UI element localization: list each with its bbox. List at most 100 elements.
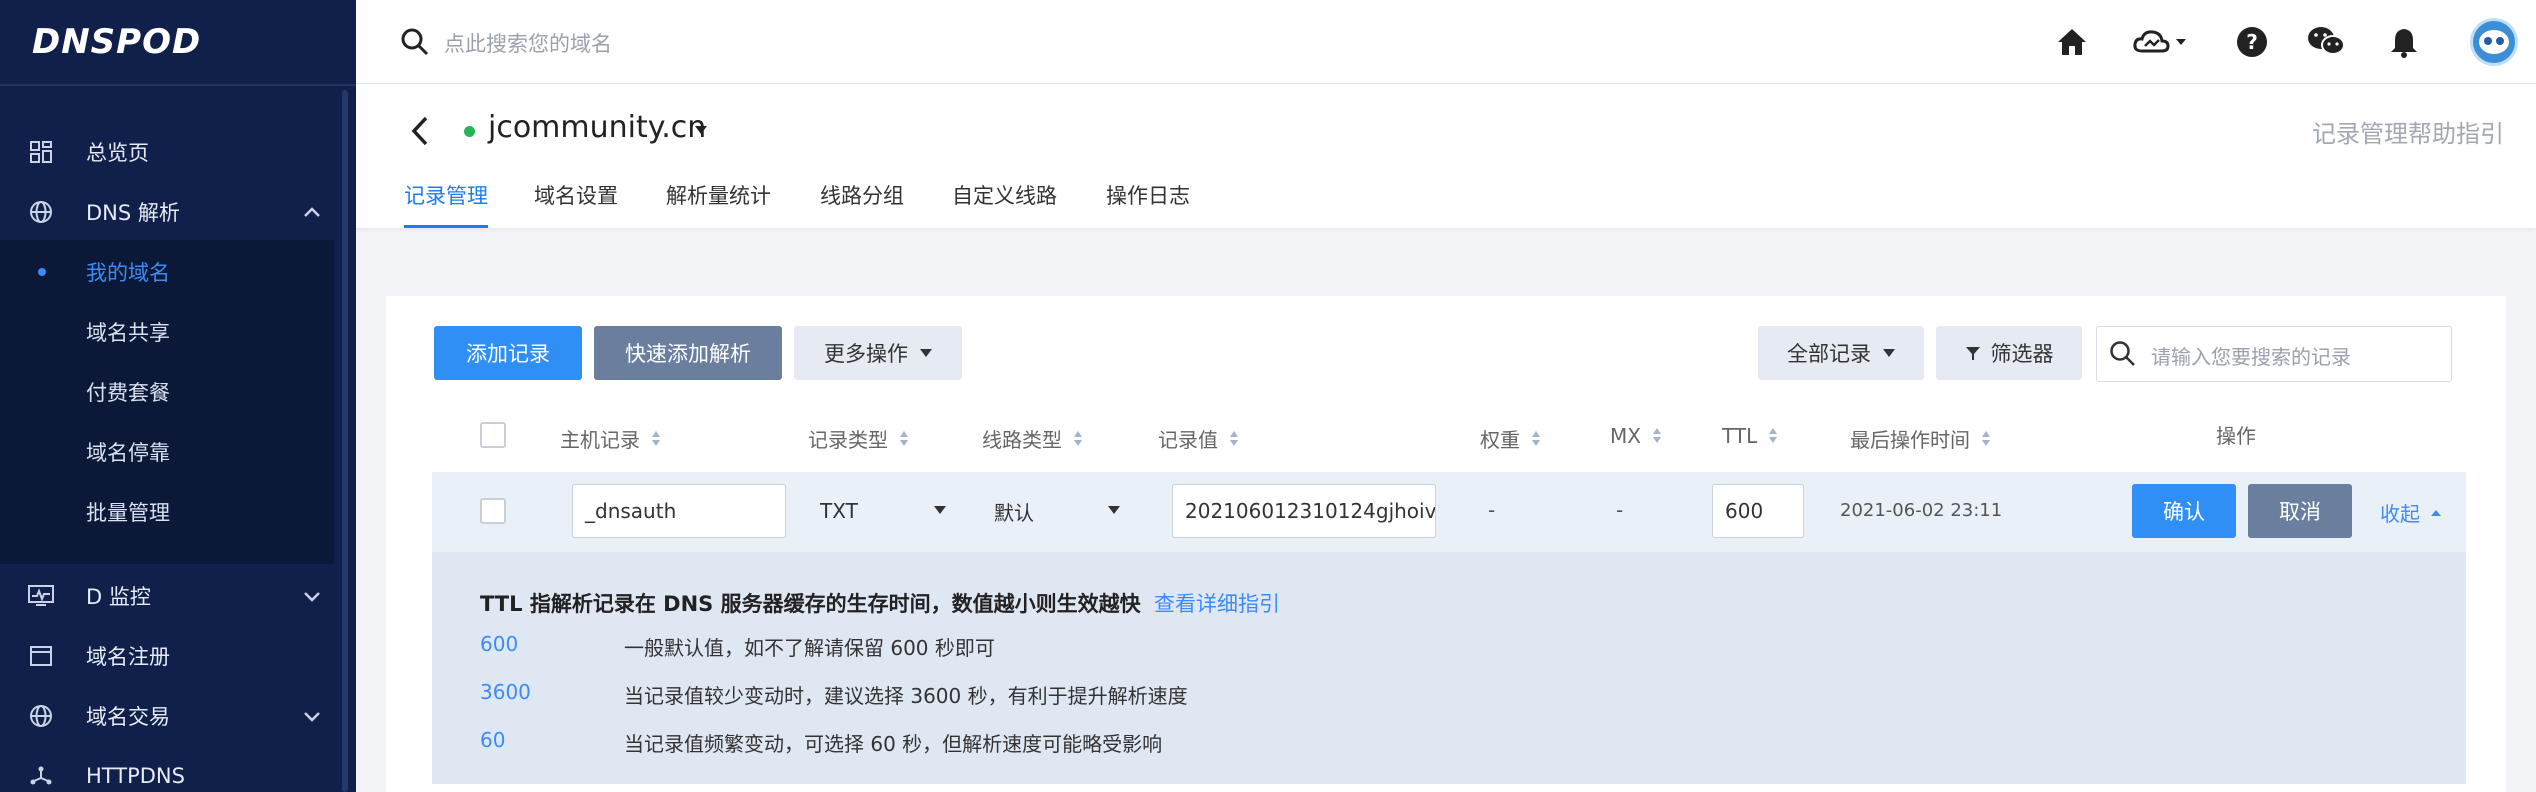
sidebar-item-dns[interactable]: DNS 解析: [0, 184, 340, 240]
sidebar-item-overview[interactable]: 总览页: [0, 124, 340, 180]
bell-icon[interactable]: [2386, 24, 2422, 60]
caret-down-icon: [934, 506, 946, 514]
collapse-link[interactable]: 收起: [2380, 498, 2442, 527]
back-arrow-icon[interactable]: [406, 114, 434, 148]
tab-records[interactable]: 记录管理: [404, 180, 488, 228]
tab-operation-log[interactable]: 操作日志: [1106, 180, 1190, 228]
sidebar-item-label: 总览页: [86, 141, 149, 165]
sidebar-item-label: HTTPDNS: [86, 764, 185, 788]
add-record-button[interactable]: 添加记录: [434, 326, 582, 380]
dashboard-icon: [28, 139, 54, 165]
line-select[interactable]: 默认: [994, 484, 1134, 538]
caret-down-icon: [1108, 506, 1120, 514]
filter-label: 筛选器: [1990, 342, 2054, 366]
ttl-option-value[interactable]: 600: [480, 632, 518, 656]
cloud-icon[interactable]: [2132, 24, 2192, 60]
svg-text:?: ?: [2246, 30, 2258, 54]
help-icon[interactable]: ?: [2234, 24, 2270, 60]
ttl-option-desc: 当记录值频繁变动，可选择 60 秒，但解析速度可能略受影响: [624, 732, 1163, 756]
wechat-icon[interactable]: [2306, 24, 2346, 60]
ttl-option-desc: 一般默认值，如不了解请保留 600 秒即可: [624, 636, 995, 660]
column-host[interactable]: 主机记录: [560, 424, 660, 453]
host-input[interactable]: _dnsauth: [572, 484, 786, 538]
network-icon: [28, 763, 54, 789]
sidebar-item-label: 域名注册: [86, 645, 170, 669]
globe-icon: [28, 199, 54, 225]
sidebar-item-domain-register[interactable]: 域名注册: [0, 628, 340, 684]
sidebar-item-label: DNS 解析: [86, 201, 180, 225]
tab-domain-settings[interactable]: 域名设置: [534, 180, 618, 228]
home-icon[interactable]: [2054, 24, 2090, 60]
sidebar-subitem-label: 域名共享: [86, 321, 170, 345]
ttl-input[interactable]: 600: [1712, 484, 1804, 538]
dnspod-logo[interactable]: DNSPOD: [32, 16, 201, 68]
record-search-input[interactable]: 请输入您要搜索的记录: [2096, 326, 2452, 382]
sidebar-subitem-domain-parking[interactable]: 域名停靠: [0, 424, 334, 480]
column-label: 最后操作时间: [1850, 428, 1970, 452]
domain-status-dot: [464, 126, 475, 137]
column-label: TTL: [1722, 424, 1758, 448]
sidebar-item-d-monitor[interactable]: D 监控: [0, 568, 340, 624]
cancel-button[interactable]: 取消: [2248, 484, 2352, 538]
sidebar-item-httpdns[interactable]: HTTPDNS: [0, 748, 340, 792]
sidebar-subitem-label: 批量管理: [86, 501, 170, 525]
sort-icon: [1532, 430, 1540, 447]
ttl-option-value[interactable]: 3600: [480, 680, 531, 704]
all-records-dropdown[interactable]: 全部记录: [1758, 326, 1924, 380]
ttl-option-desc: 当记录值较少变动时，建议选择 3600 秒，有利于提升解析速度: [624, 684, 1188, 708]
sidebar-subitem-my-domains[interactable]: 我的域名: [0, 244, 334, 300]
record-help-link[interactable]: 记录管理帮助指引: [2312, 114, 2504, 149]
sidebar-item-label: D 监控: [86, 585, 151, 609]
search-icon[interactable]: [400, 27, 430, 57]
ttl-tips-title: TTL 指解析记录在 DNS 服务器缓存的生存时间，数值越小则生效越快: [480, 592, 1141, 616]
table-row-editing: _dnsauth TXT 默认 202106012310124gjhoiv3 -…: [432, 472, 2466, 552]
type-select[interactable]: TXT: [820, 484, 950, 538]
tab-query-stats[interactable]: 解析量统计: [666, 180, 771, 228]
column-weight[interactable]: 权重: [1480, 424, 1540, 453]
line-select-value: 默认: [994, 500, 1034, 525]
sidebar-subitem-batch-manage[interactable]: 批量管理: [0, 484, 334, 540]
column-last-modified[interactable]: 最后操作时间: [1850, 424, 1990, 453]
domain-name[interactable]: jcommunity.cn: [488, 110, 706, 145]
confirm-button[interactable]: 确认: [2132, 484, 2236, 538]
logo-text: DNSPOD: [32, 22, 202, 62]
avatar[interactable]: [2470, 18, 2518, 66]
value-input[interactable]: 202106012310124gjhoiv3: [1172, 484, 1436, 538]
column-ttl[interactable]: TTL: [1722, 424, 1778, 448]
sidebar-subitem-label: 付费套餐: [86, 381, 170, 405]
row-checkbox[interactable]: [480, 498, 506, 524]
ttl-detail-link[interactable]: 查看详细指引: [1154, 588, 1280, 618]
domain-search-input[interactable]: 点此搜索您的域名: [444, 28, 612, 58]
tab-custom-lines[interactable]: 自定义线路: [952, 180, 1057, 228]
monitor-icon: [28, 583, 54, 609]
ttl-option-value[interactable]: 60: [480, 728, 505, 752]
caret-down-icon[interactable]: [694, 124, 708, 136]
active-dot: [38, 268, 46, 276]
mx-value: -: [1616, 498, 1624, 522]
more-actions-button[interactable]: 更多操作: [794, 326, 962, 380]
column-label: 线路类型: [982, 428, 1062, 452]
column-label: 记录类型: [808, 428, 888, 452]
column-line[interactable]: 线路类型: [982, 424, 1082, 453]
sort-icon: [1074, 430, 1082, 447]
filter-icon: [1965, 347, 1980, 360]
domain-header: jcommunity.cn 记录管理帮助指引 记录管理 域名设置 解析量统计 线…: [356, 84, 2536, 228]
caret-up-icon: [2431, 509, 2441, 516]
column-value[interactable]: 记录值: [1158, 424, 1238, 453]
more-actions-label: 更多操作: [824, 342, 908, 366]
caret-down-icon: [1883, 349, 1895, 357]
column-actions: 操作: [2216, 424, 2256, 448]
sidebar-subitem-paid-plans[interactable]: 付费套餐: [0, 364, 334, 420]
sort-icon: [1769, 428, 1778, 444]
chevron-down-icon: [304, 712, 320, 722]
sidebar-subitem-domain-share[interactable]: 域名共享: [0, 304, 334, 360]
select-all-checkbox[interactable]: [480, 422, 506, 448]
sidebar-item-domain-trade[interactable]: 域名交易: [0, 688, 340, 744]
quick-add-button[interactable]: 快速添加解析: [594, 326, 782, 380]
column-mx[interactable]: MX: [1610, 424, 1661, 448]
sidebar-scrollbar[interactable]: [342, 90, 348, 792]
column-type[interactable]: 记录类型: [808, 424, 908, 453]
chevron-up-icon: [304, 207, 320, 217]
tab-line-groups[interactable]: 线路分组: [820, 180, 904, 228]
filter-button[interactable]: 筛选器: [1936, 326, 2082, 380]
